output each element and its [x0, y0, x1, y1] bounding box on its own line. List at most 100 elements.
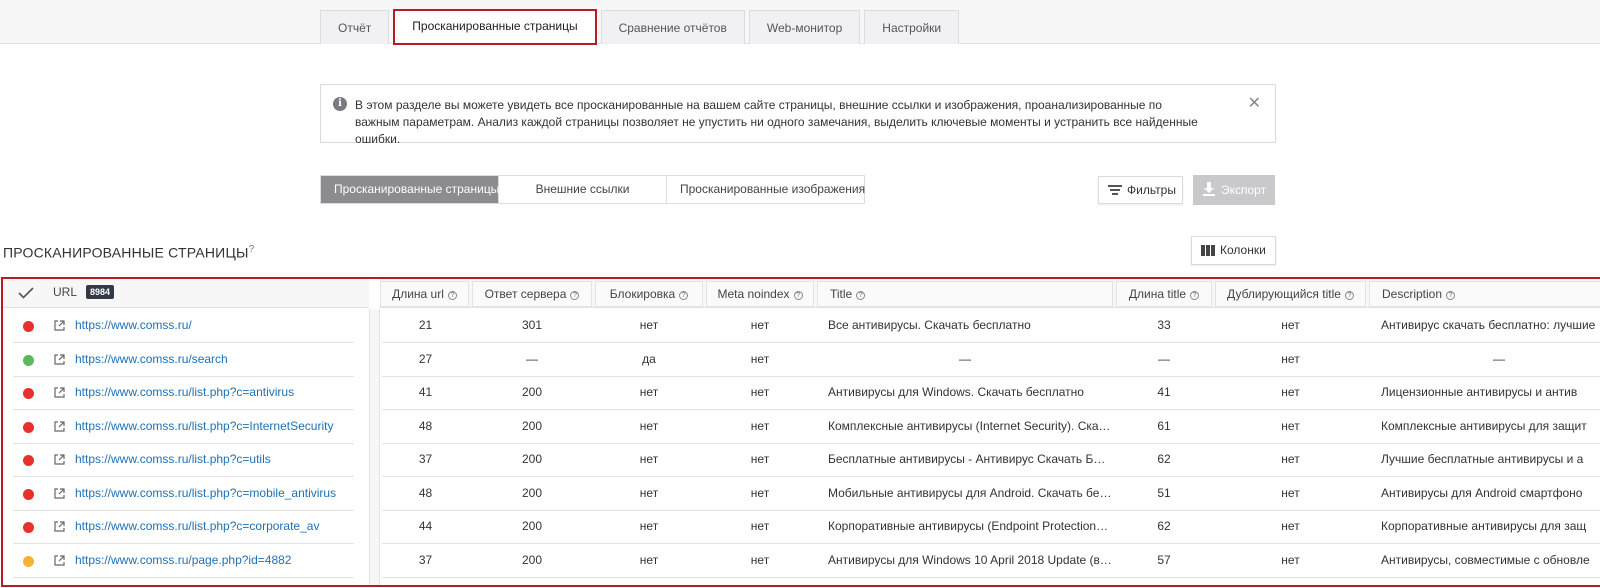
status-dot-icon — [23, 455, 34, 466]
cell-title-length: 62 — [1157, 519, 1171, 533]
tab-settings[interactable]: Настройки — [864, 10, 960, 44]
col-header-label: Длина url — [392, 287, 444, 301]
external-link-icon[interactable] — [54, 387, 65, 398]
cell-description: Антивирусы для Android смартфоно — [1381, 485, 1583, 500]
col-header-server-response[interactable]: Ответ сервера? — [472, 281, 592, 307]
columns-button[interactable]: Колонки — [1191, 236, 1276, 265]
external-link-icon[interactable] — [54, 353, 65, 365]
external-link-icon[interactable] — [54, 521, 65, 532]
top-tab-bar: Отчёт Просканированные страницы Сравнени… — [0, 0, 1600, 45]
col-header-blocking[interactable]: Блокировка? — [595, 281, 703, 307]
external-link-icon[interactable] — [54, 320, 65, 331]
page-url-link[interactable]: https://www.comss.ru/list.php?c=Internet… — [75, 419, 333, 433]
help-icon[interactable]: ? — [1344, 291, 1354, 300]
table-row[interactable]: https://www.comss.ru/page.php?id=4882 37 2… — [3, 544, 1600, 578]
page-url-link[interactable]: https://www.comss.ru/ — [75, 318, 192, 332]
status-dot-icon — [23, 488, 34, 500]
table-row[interactable]: https://www.comss.ru/list.php?c=utils 37 2… — [3, 443, 1600, 477]
section-title: ПРОСКАНИРОВАННЫЕ СТРАНИЦЫ? — [3, 244, 254, 261]
url-cell: https://www.comss.ru/list.php?c=mobile_a… — [13, 477, 354, 511]
col-header-title-length[interactable]: Длина title? — [1116, 281, 1212, 307]
cell-blocking: нет — [639, 519, 659, 533]
filter-icon — [1108, 185, 1122, 195]
col-header-label: Meta noindex — [717, 287, 790, 301]
cell-server-response: 301 — [521, 318, 543, 332]
col-header-label: Description — [1382, 287, 1443, 301]
table-row[interactable]: https://www.comss.ru/list.php?c=mobile_a… — [3, 477, 1600, 511]
tab-scanned-pages[interactable]: Просканированные страницы — [393, 9, 597, 45]
cell-meta-noindex: нет — [750, 351, 770, 366]
help-icon[interactable]: ? — [1446, 291, 1456, 300]
cell-url-length: 37 — [418, 452, 433, 466]
filters-button[interactable]: Фильтры — [1098, 176, 1183, 204]
cell-server-response: 200 — [521, 385, 543, 399]
help-icon[interactable]: ? — [679, 291, 689, 300]
col-header-label: Title — [830, 287, 853, 301]
url-header[interactable]: URL — [53, 285, 77, 299]
cell-title-length: 57 — [1157, 552, 1171, 567]
help-icon[interactable]: ? — [793, 291, 803, 300]
cell-title-length: — — [1158, 351, 1170, 366]
table-row[interactable]: https://www.comss.ru/list.php?c=antiviru… — [3, 376, 1600, 410]
col-header-meta-noindex[interactable]: Meta noindex? — [706, 281, 814, 307]
page-url-link[interactable]: https://www.comss.ru/list.php?c=utils — [75, 452, 271, 466]
page-url-link[interactable]: https://www.comss.ru/list.php?c=mobile_a… — [75, 486, 336, 500]
cell-description: Лучшие бесплатные антивирусы и а — [1381, 452, 1584, 466]
section-title-text: ПРОСКАНИРОВАННЫЕ СТРАНИЦЫ — [3, 244, 249, 261]
cell-meta-noindex: нет — [750, 418, 770, 433]
close-icon[interactable]: ✕ — [1248, 93, 1261, 113]
columns-label: Колонки — [1220, 243, 1266, 257]
page-url-link[interactable]: https://www.comss.ru/search — [75, 352, 228, 366]
tab-report[interactable]: Отчёт — [320, 10, 390, 44]
col-header-url-length[interactable]: Длина url? — [380, 281, 469, 307]
page-url-link[interactable]: https://www.comss.ru/list.php?c=antiviru… — [75, 385, 294, 399]
external-link-icon[interactable] — [54, 454, 65, 465]
cell-title-length: 62 — [1157, 452, 1171, 466]
help-icon[interactable]: ? — [570, 291, 580, 300]
cell-blocking: нет — [639, 452, 659, 466]
col-header-title[interactable]: Title? — [817, 281, 1113, 307]
table-row[interactable]: https://www.comss.ru/21 301 нет нет Все анти… — [3, 309, 1600, 343]
help-icon[interactable]: ? — [447, 291, 457, 300]
cell-blocking: нет — [639, 485, 659, 500]
col-header-description[interactable]: Description? — [1369, 281, 1600, 307]
subtab-scanned-pages[interactable]: Просканированные страницы — [321, 176, 499, 203]
page-url-link[interactable]: https://www.comss.ru/list.php?c=corporat… — [75, 519, 319, 533]
external-link-icon[interactable] — [54, 554, 65, 566]
subtab-external-links[interactable]: Внешние ссылки — [499, 176, 667, 203]
tab-compare-reports[interactable]: Сравнение отчётов — [600, 10, 745, 44]
table-row[interactable]: https://www.comss.ru/search 27 — да нет — — нет… — [3, 343, 1600, 377]
status-dot-icon — [23, 555, 34, 567]
page-url-link[interactable]: https://www.comss.ru/page.php?id=4882 — [75, 553, 291, 567]
check-icon[interactable] — [18, 287, 34, 299]
status-dot-icon — [23, 421, 34, 433]
cell-description: Лицензионные антивирусы и антив — [1381, 385, 1578, 399]
table-header: Длина url? Ответ сервера? Блокировка? Me… — [380, 279, 1600, 308]
col-header-duplicate-title[interactable]: Дублирующийся title? — [1215, 281, 1366, 307]
subtab-scanned-images[interactable]: Просканированные изображения — [667, 176, 865, 203]
cell-server-response: 200 — [521, 485, 543, 500]
cell-title-length: 61 — [1157, 418, 1171, 433]
col-header-label: Блокировка — [609, 287, 676, 301]
url-cell: https://www.comss.ru/ — [13, 309, 354, 343]
cell-duplicate-title: нет — [1281, 385, 1300, 399]
status-dot-icon — [23, 354, 34, 366]
help-icon[interactable]: ? — [856, 291, 866, 300]
help-icon[interactable]: ? — [1190, 291, 1200, 300]
external-link-icon[interactable] — [54, 420, 65, 432]
tab-web-monitor[interactable]: Web-монитор — [748, 10, 861, 44]
table-row[interactable]: https://www.comss.ru/list.php?c=corporat… — [3, 510, 1600, 544]
external-link-icon[interactable] — [54, 487, 65, 499]
url-cell: https://www.comss.ru/page.php?id=4882 — [13, 544, 354, 578]
url-cell: https://www.comss.ru/list.php?c=antiviru… — [13, 376, 354, 410]
cell-title: Корпоративные антивирусы (Endpoint Prote… — [828, 519, 1112, 533]
help-icon[interactable]: ? — [249, 244, 255, 255]
cell-url-length: 48 — [418, 418, 433, 433]
table-row[interactable]: https://www.comss.ru/list.php?c=Internet… — [3, 410, 1600, 444]
cell-description: Антивирусы, совместимые с обновле — [1381, 552, 1590, 567]
cell-title: Комплексные антивирусы (Internet Securit… — [828, 418, 1112, 433]
export-button[interactable]: Экспорт — [1193, 175, 1275, 205]
url-cell: https://www.comss.ru/search — [13, 343, 354, 377]
cell-url-length: 44 — [418, 519, 433, 533]
cell-description: Корпоративные антивирусы для защ — [1381, 519, 1587, 533]
